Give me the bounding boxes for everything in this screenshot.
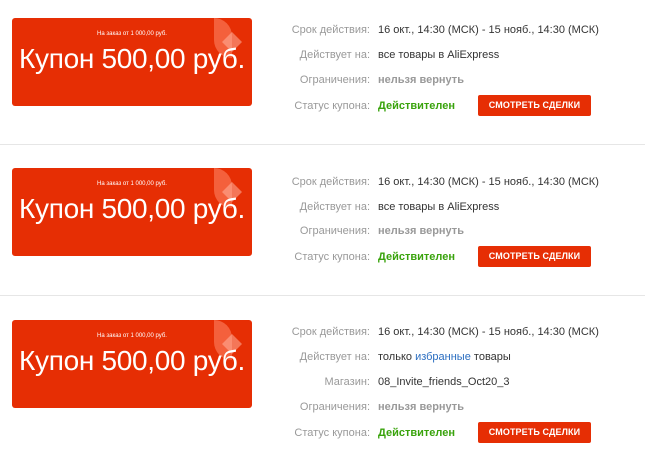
view-deals-button[interactable]: СМОТРЕТЬ СДЕЛКИ bbox=[478, 422, 591, 443]
store-label: Магазин: bbox=[324, 376, 371, 388]
restrictions-value: нельзя вернуть bbox=[378, 225, 464, 237]
restrictions-label: Ограничения: bbox=[299, 401, 370, 413]
validity-value: 16 окт., 14:30 (МСК) - 15 нояб., 14:30 (… bbox=[378, 24, 599, 36]
applies-label: Действует на: bbox=[299, 201, 370, 213]
validity-value: 16 окт., 14:30 (МСК) - 15 нояб., 14:30 (… bbox=[378, 176, 599, 188]
view-deals-button[interactable]: СМОТРЕТЬ СДЕЛКИ bbox=[478, 246, 591, 267]
validity-label: Срок действия: bbox=[291, 176, 370, 188]
view-deals-button[interactable]: СМОТРЕТЬ СДЕЛКИ bbox=[478, 95, 591, 116]
status-value: Действителен bbox=[378, 100, 455, 112]
divider bbox=[0, 295, 645, 296]
applies-label: Действует на: bbox=[299, 49, 370, 61]
coupon-min-order: На заказ от 1 000,00 руб. bbox=[97, 181, 167, 187]
status-label: Статус купона: bbox=[294, 100, 370, 112]
applies-label: Действует на: bbox=[299, 351, 370, 363]
applies-prefix: только bbox=[378, 351, 412, 363]
coupon-amount: Купон 500,00 руб. bbox=[19, 43, 245, 74]
coupon-card: На заказ от 1 000,00 руб. Купон 500,00 р… bbox=[12, 18, 252, 106]
coupon-min-order: На заказ от 1 000,00 руб. bbox=[97, 333, 167, 339]
applies-suffix: товары bbox=[473, 351, 511, 363]
coupon-amount: Купон 500,00 руб. bbox=[19, 193, 245, 224]
restrictions-label: Ограничения: bbox=[299, 74, 370, 86]
featured-items-link[interactable]: избранные bbox=[415, 351, 471, 363]
applies-value: только избранные товары bbox=[378, 347, 511, 367]
restrictions-value: нельзя вернуть bbox=[378, 74, 464, 86]
restrictions-label: Ограничения: bbox=[299, 225, 370, 237]
validity-value: 16 окт., 14:30 (МСК) - 15 нояб., 14:30 (… bbox=[378, 326, 599, 338]
validity-label: Срок действия: bbox=[291, 24, 370, 36]
status-value: Действителен bbox=[378, 251, 455, 263]
divider bbox=[0, 144, 645, 145]
store-value: 08_Invite_friends_Oct20_3 bbox=[378, 376, 510, 388]
status-value: Действителен bbox=[378, 427, 455, 439]
coupon-min-order: На заказ от 1 000,00 руб. bbox=[97, 31, 167, 37]
coupon-amount: Купон 500,00 руб. bbox=[19, 345, 245, 376]
restrictions-value: нельзя вернуть bbox=[378, 401, 464, 413]
validity-label: Срок действия: bbox=[291, 326, 370, 338]
applies-value: все товары в AliExpress bbox=[378, 49, 500, 61]
coupon-card: На заказ от 1 000,00 руб. Купон 500,00 р… bbox=[12, 320, 252, 408]
applies-value: все товары в AliExpress bbox=[378, 201, 500, 213]
coupon-card: На заказ от 1 000,00 руб. Купон 500,00 р… bbox=[12, 168, 252, 256]
status-label: Статус купона: bbox=[294, 427, 370, 439]
status-label: Статус купона: bbox=[294, 251, 370, 263]
